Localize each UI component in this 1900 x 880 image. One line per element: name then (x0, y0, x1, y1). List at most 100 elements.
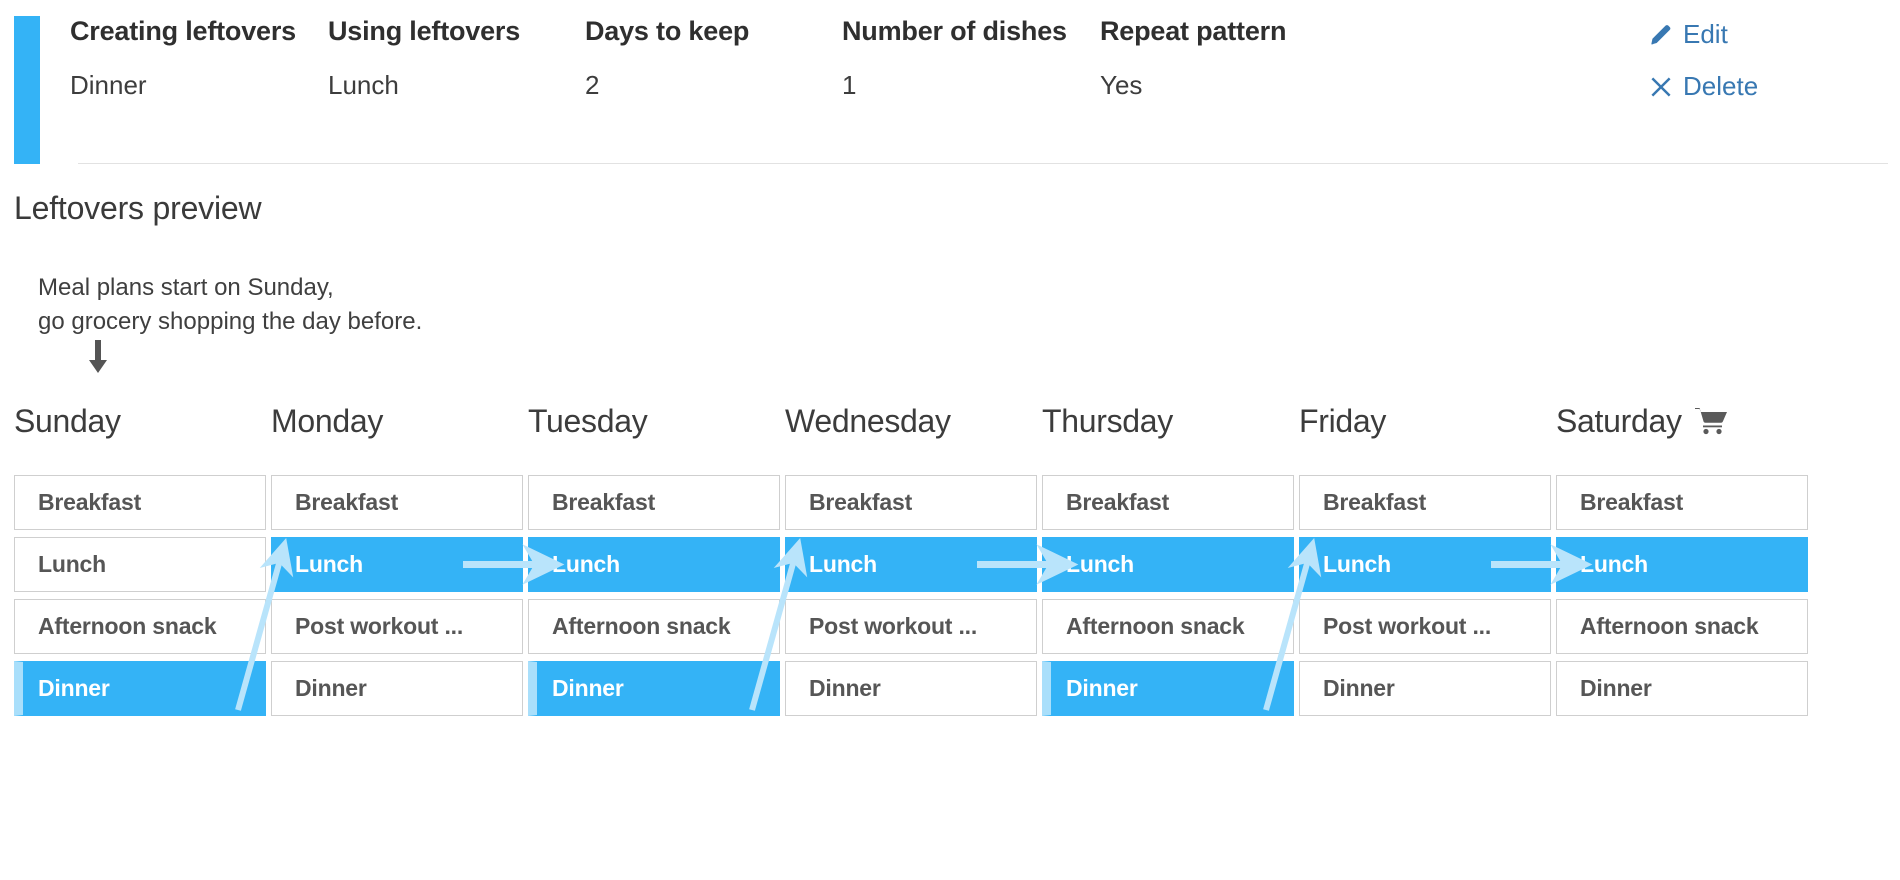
summary-column-number-of-dishes: Number of dishes 1 (842, 16, 1067, 101)
meal-slot[interactable]: Breakfast (14, 475, 266, 530)
day-name: Wednesday (785, 402, 951, 439)
meal-label: Afternoon snack (1066, 613, 1245, 639)
delete-button[interactable]: Delete (1648, 71, 1758, 102)
meal-label: Breakfast (1066, 489, 1170, 515)
meal-slot[interactable]: Lunch (1299, 537, 1551, 592)
meal-slot[interactable]: Breakfast (1042, 475, 1294, 530)
meal-slot[interactable]: Lunch (785, 537, 1037, 592)
day-name: Monday (271, 402, 384, 439)
meal-label: Afternoon snack (38, 613, 217, 639)
day-header: Sunday (14, 396, 266, 446)
preview-note: Meal plans start on Sunday, go grocery s… (38, 274, 423, 335)
day-header: Thursday (1042, 396, 1294, 446)
meal-slot[interactable]: Dinner (14, 661, 266, 716)
card-accent-bar (14, 16, 40, 164)
meal-label: Dinner (1066, 675, 1138, 701)
meal-slot[interactable]: Post workout ... (271, 599, 523, 654)
meal-label: Breakfast (38, 489, 142, 515)
column-header: Days to keep (585, 16, 750, 46)
meal-slot[interactable]: Afternoon snack (14, 599, 266, 654)
day-column-thursday: Thursday Breakfast Lunch Afternoon snack Din… (1042, 396, 1294, 716)
day-column-saturday: Saturday Breakfast Lunch Afternoon snack Din… (1556, 396, 1808, 716)
column-header: Using leftovers (328, 16, 521, 46)
meal-slot[interactable]: Afternoon snack (1042, 599, 1294, 654)
meal-slot[interactable]: Post workout ... (785, 599, 1037, 654)
meal-slot[interactable]: Breakfast (1299, 475, 1551, 530)
meal-slot[interactable]: Afternoon snack (528, 599, 780, 654)
meal-label: Dinner (552, 675, 624, 701)
meal-slot[interactable]: Dinner (785, 661, 1037, 716)
meal-slot[interactable]: Lunch (528, 537, 780, 592)
meal-slot[interactable]: Dinner (528, 661, 780, 716)
card-actions: Edit Delete (1648, 16, 1758, 102)
meal-slot[interactable]: Lunch (1556, 537, 1808, 592)
meal-slot[interactable]: Dinner (1299, 661, 1551, 716)
meal-label: Dinner (38, 675, 110, 701)
week-grid: Sunday Breakfast Lunch Afternoon snack Dinne… (0, 396, 1900, 880)
day-name: Friday (1299, 402, 1387, 439)
day-column-monday: Monday Breakfast Lunch Post workout ... Dinn… (271, 396, 523, 716)
meal-slot[interactable]: Lunch (14, 537, 266, 592)
meal-slot[interactable]: Lunch (271, 537, 523, 592)
delete-label: Delete (1683, 71, 1759, 101)
meal-list: Breakfast Lunch Afternoon snack Dinner (528, 475, 780, 723)
column-value: 1 (842, 70, 857, 100)
meal-label: Breakfast (1323, 489, 1427, 515)
card-divider (78, 163, 1888, 164)
column-value: Yes (1100, 70, 1143, 100)
meal-list: Breakfast Lunch Post workout ... Dinner (1299, 475, 1551, 723)
meal-label: Lunch (552, 551, 620, 577)
meal-label: Lunch (1066, 551, 1134, 577)
summary-column-creating-leftovers: Creating leftovers Dinner (70, 16, 296, 101)
meal-label: Lunch (38, 551, 106, 577)
meal-list: Breakfast Lunch Post workout ... Dinner (271, 475, 523, 723)
meal-label: Post workout ... (1323, 613, 1492, 639)
edit-button[interactable]: Edit (1648, 19, 1758, 50)
summary-column-using-leftovers: Using leftovers Lunch (328, 16, 520, 101)
meal-label: Lunch (809, 551, 877, 577)
column-header: Repeat pattern (1100, 16, 1287, 46)
page-title: Leftovers preview (14, 190, 262, 226)
meal-label: Post workout ... (295, 613, 464, 639)
meal-list: Breakfast Lunch Post workout ... Dinner (785, 475, 1037, 723)
summary-column-repeat-pattern: Repeat pattern Yes (1100, 16, 1286, 101)
meal-slot[interactable]: Breakfast (785, 475, 1037, 530)
day-column-friday: Friday Breakfast Lunch Post workout ... Dinn… (1299, 396, 1551, 716)
meal-label: Afternoon snack (552, 613, 731, 639)
edit-label: Edit (1683, 19, 1728, 49)
day-header: Wednesday (785, 396, 1037, 446)
leftovers-rule-card: Creating leftovers Dinner Using leftover… (0, 16, 1900, 164)
day-column-sunday: Sunday Breakfast Lunch Afternoon snack Dinne… (14, 396, 266, 716)
meal-slot[interactable]: Breakfast (528, 475, 780, 530)
column-value: 2 (585, 70, 600, 100)
meal-label: Dinner (809, 675, 881, 701)
summary-column-days-to-keep: Days to keep 2 (585, 16, 749, 101)
meal-slot[interactable]: Afternoon snack (1556, 599, 1808, 654)
day-header: Monday (271, 396, 523, 446)
day-name: Thursday (1042, 402, 1173, 439)
meal-label: Lunch (295, 551, 363, 577)
meal-list: Breakfast Lunch Afternoon snack Dinner (1556, 475, 1808, 723)
meal-slot[interactable]: Lunch (1042, 537, 1294, 592)
day-header: Tuesday (528, 396, 780, 446)
day-header: Friday (1299, 396, 1551, 446)
column-value: Dinner (70, 70, 147, 100)
meal-label: Dinner (1580, 675, 1652, 701)
day-name: Sunday (14, 402, 121, 439)
meal-slot[interactable]: Breakfast (1556, 475, 1808, 530)
arrow-down-icon (84, 340, 112, 376)
day-name: Saturday (1556, 402, 1682, 439)
meal-slot[interactable]: Dinner (271, 661, 523, 716)
day-name: Tuesday (528, 402, 648, 439)
meal-slot[interactable]: Dinner (1042, 661, 1294, 716)
column-value: Lunch (328, 70, 399, 100)
day-column-wednesday: Wednesday Breakfast Lunch Post workout ... D… (785, 396, 1037, 716)
meal-list: Breakfast Lunch Afternoon snack Dinner (1042, 475, 1294, 723)
meal-slot[interactable]: Dinner (1556, 661, 1808, 716)
shopping-cart-icon (1694, 406, 1728, 436)
meal-label: Breakfast (295, 489, 399, 515)
column-header: Number of dishes (842, 16, 1067, 46)
meal-slot[interactable]: Post workout ... (1299, 599, 1551, 654)
meal-slot[interactable]: Breakfast (271, 475, 523, 530)
meal-label: Breakfast (552, 489, 656, 515)
